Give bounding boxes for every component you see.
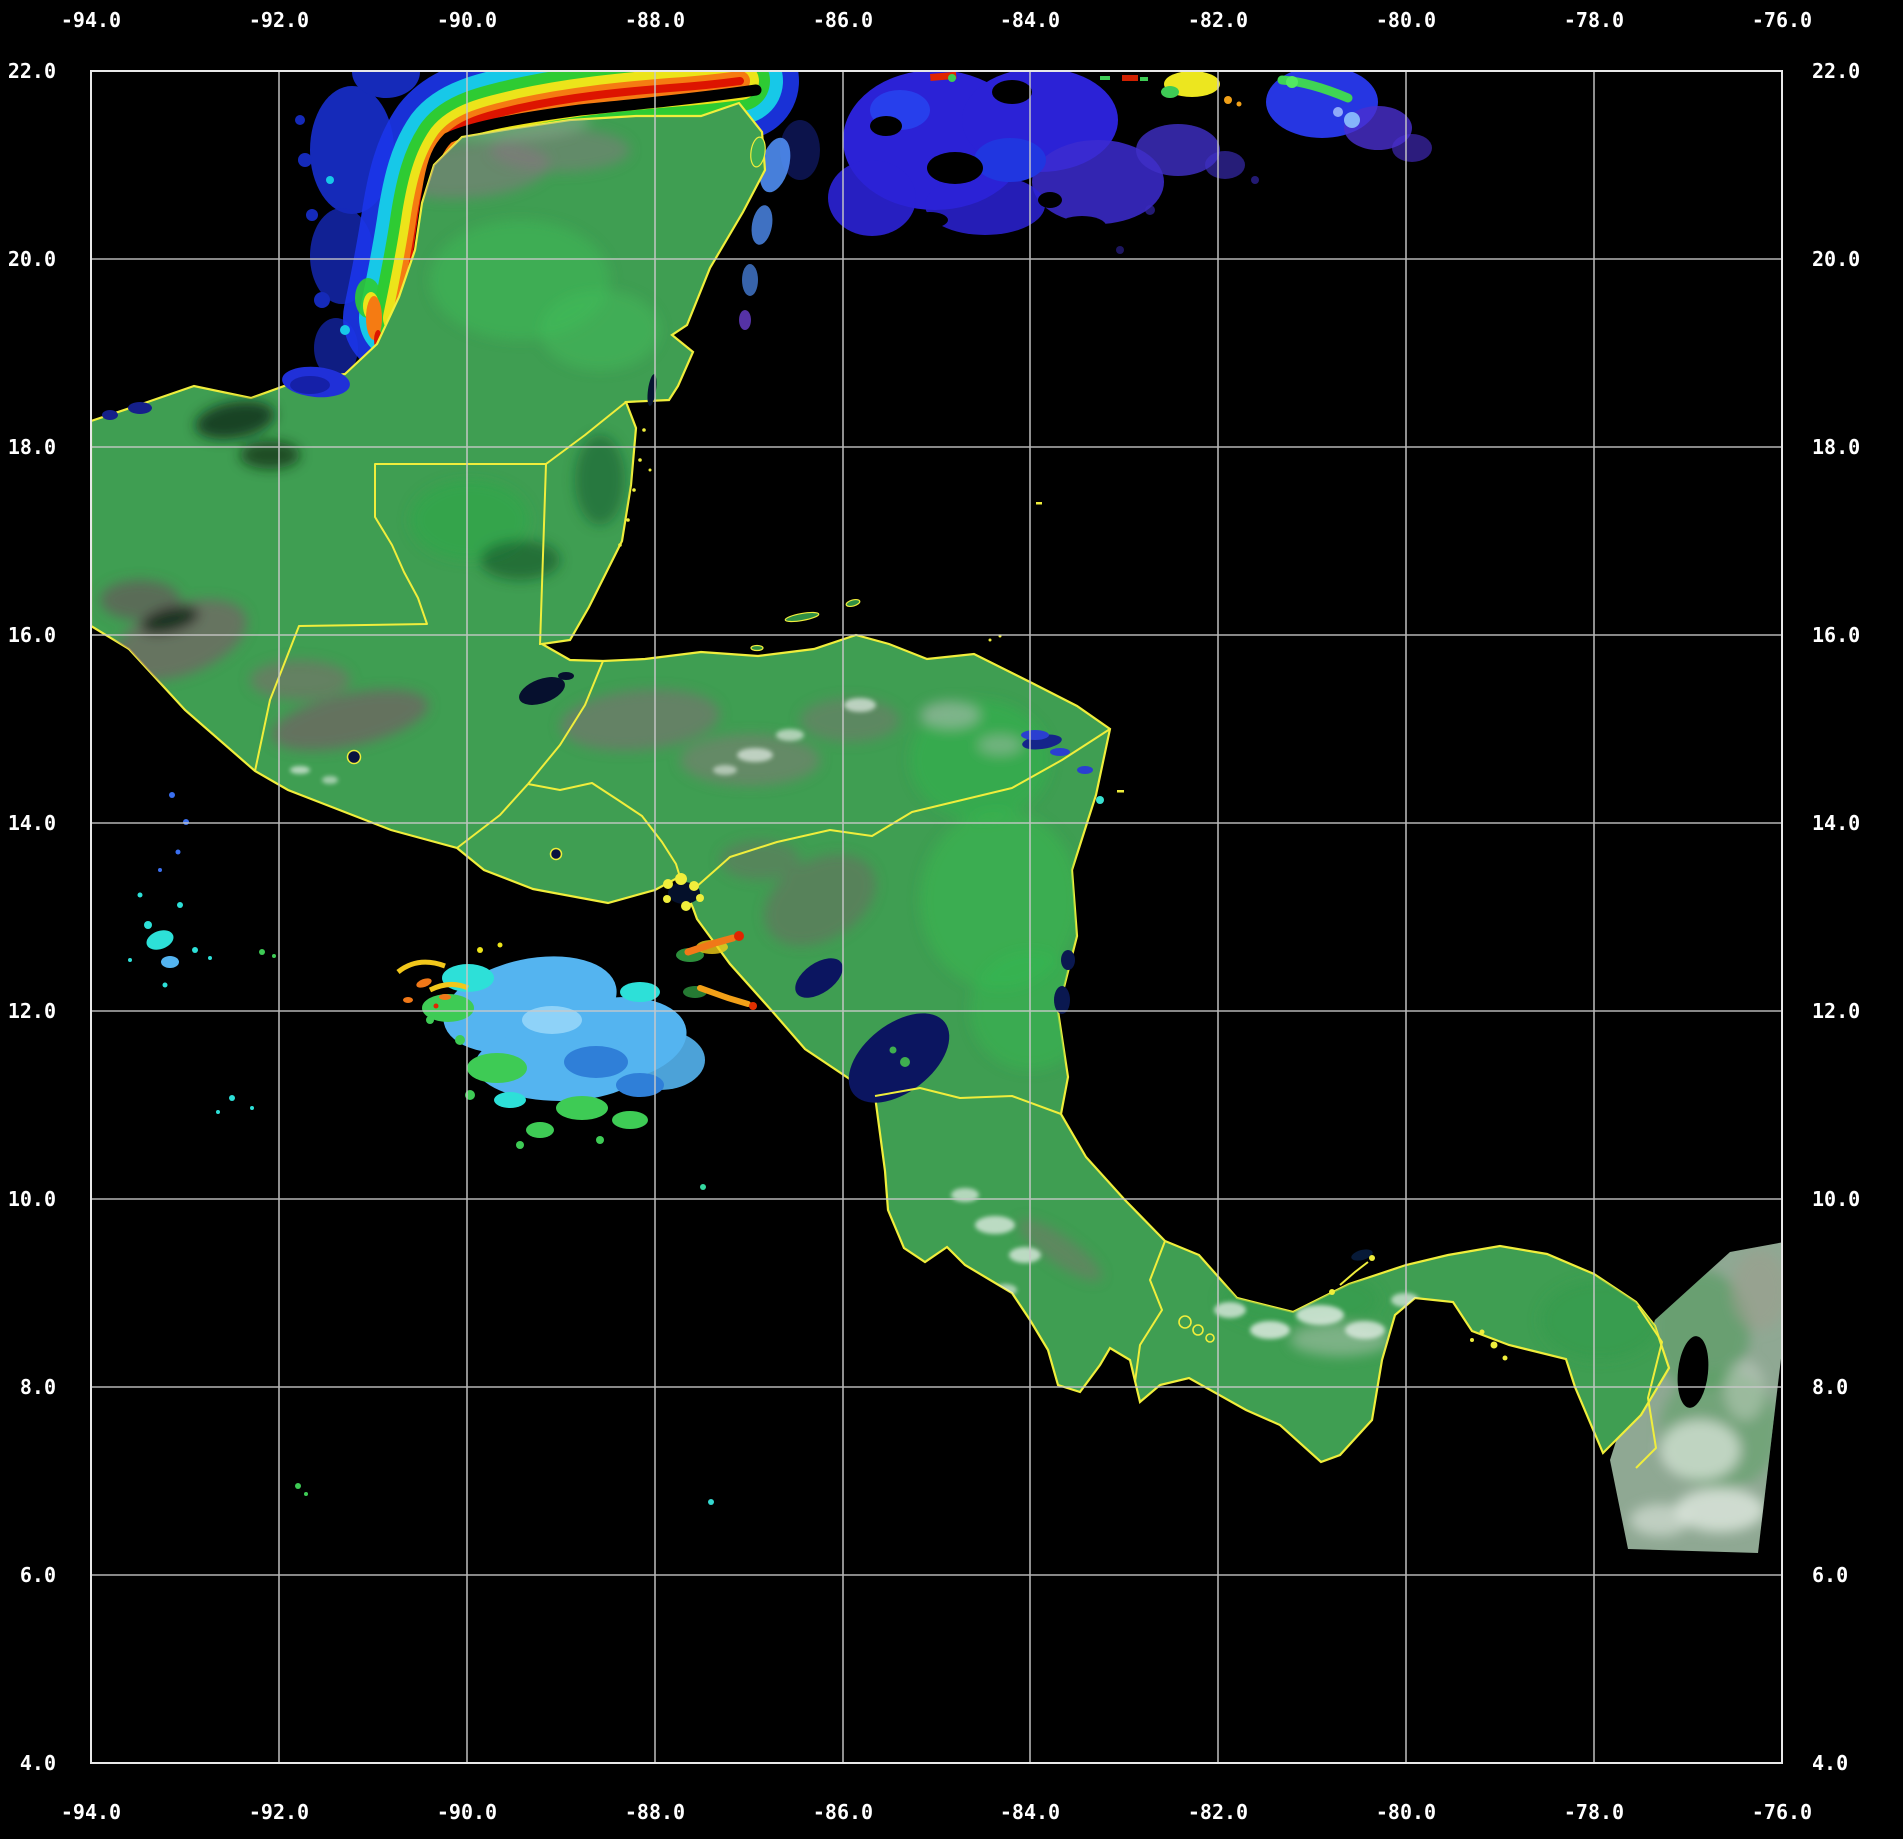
tick-top-7: -80.0 xyxy=(1375,8,1437,32)
tick-bottom-4: -86.0 xyxy=(812,1800,874,1824)
tick-bottom-5: -84.0 xyxy=(999,1800,1061,1824)
tick-top-1: -92.0 xyxy=(248,8,310,32)
tick-right-4: 14.0 xyxy=(1812,811,1861,835)
tick-top-9: -76.0 xyxy=(1751,8,1813,32)
tick-bottom-6: -82.0 xyxy=(1187,1800,1249,1824)
tick-left-0: 22.0 xyxy=(7,59,56,83)
tick-right-2: 18.0 xyxy=(1812,435,1861,459)
tick-right-7: 8.0 xyxy=(1812,1375,1849,1399)
tick-bottom-7: -80.0 xyxy=(1375,1800,1437,1824)
tick-bottom-8: -78.0 xyxy=(1563,1800,1625,1824)
tick-left-6: 10.0 xyxy=(7,1187,56,1211)
tick-top-3: -88.0 xyxy=(624,8,686,32)
tick-top-5: -84.0 xyxy=(999,8,1061,32)
tick-right-1: 20.0 xyxy=(1812,247,1861,271)
tick-bottom-1: -92.0 xyxy=(248,1800,310,1824)
tick-bottom-3: -88.0 xyxy=(624,1800,686,1824)
tick-left-1: 20.0 xyxy=(7,247,56,271)
tick-left-8: 6.0 xyxy=(19,1563,56,1587)
tick-left-5: 12.0 xyxy=(7,999,56,1023)
tick-right-5: 12.0 xyxy=(1812,999,1861,1023)
tick-right-9: 4.0 xyxy=(1812,1751,1849,1775)
tick-left-9: 4.0 xyxy=(19,1751,56,1775)
tick-right-6: 10.0 xyxy=(1812,1187,1861,1211)
lake-ilopango xyxy=(549,847,563,861)
tick-right-3: 16.0 xyxy=(1812,623,1861,647)
tick-left-7: 8.0 xyxy=(19,1375,56,1399)
tick-left-4: 14.0 xyxy=(7,811,56,835)
tick-top-0: -94.0 xyxy=(60,8,122,32)
tick-top-4: -86.0 xyxy=(812,8,874,32)
tick-bottom-2: -90.0 xyxy=(436,1800,498,1824)
tick-bottom-0: -94.0 xyxy=(60,1800,122,1824)
tick-right-8: 6.0 xyxy=(1812,1563,1849,1587)
utila-island xyxy=(750,644,764,652)
map-plot-area xyxy=(91,71,1782,1763)
tick-right-0: 22.0 xyxy=(1812,59,1861,83)
tick-top-2: -90.0 xyxy=(436,8,498,32)
tick-bottom-9: -76.0 xyxy=(1751,1800,1813,1824)
satellite-map-screen: { "axes": { "top": ["-94.0","-92.0","-90… xyxy=(0,0,1903,1839)
satellite-map xyxy=(90,70,1783,1764)
lake-atitlan xyxy=(346,749,362,765)
tick-top-6: -82.0 xyxy=(1187,8,1249,32)
tick-left-3: 16.0 xyxy=(7,623,56,647)
tick-left-2: 18.0 xyxy=(7,435,56,459)
tick-top-8: -78.0 xyxy=(1563,8,1625,32)
